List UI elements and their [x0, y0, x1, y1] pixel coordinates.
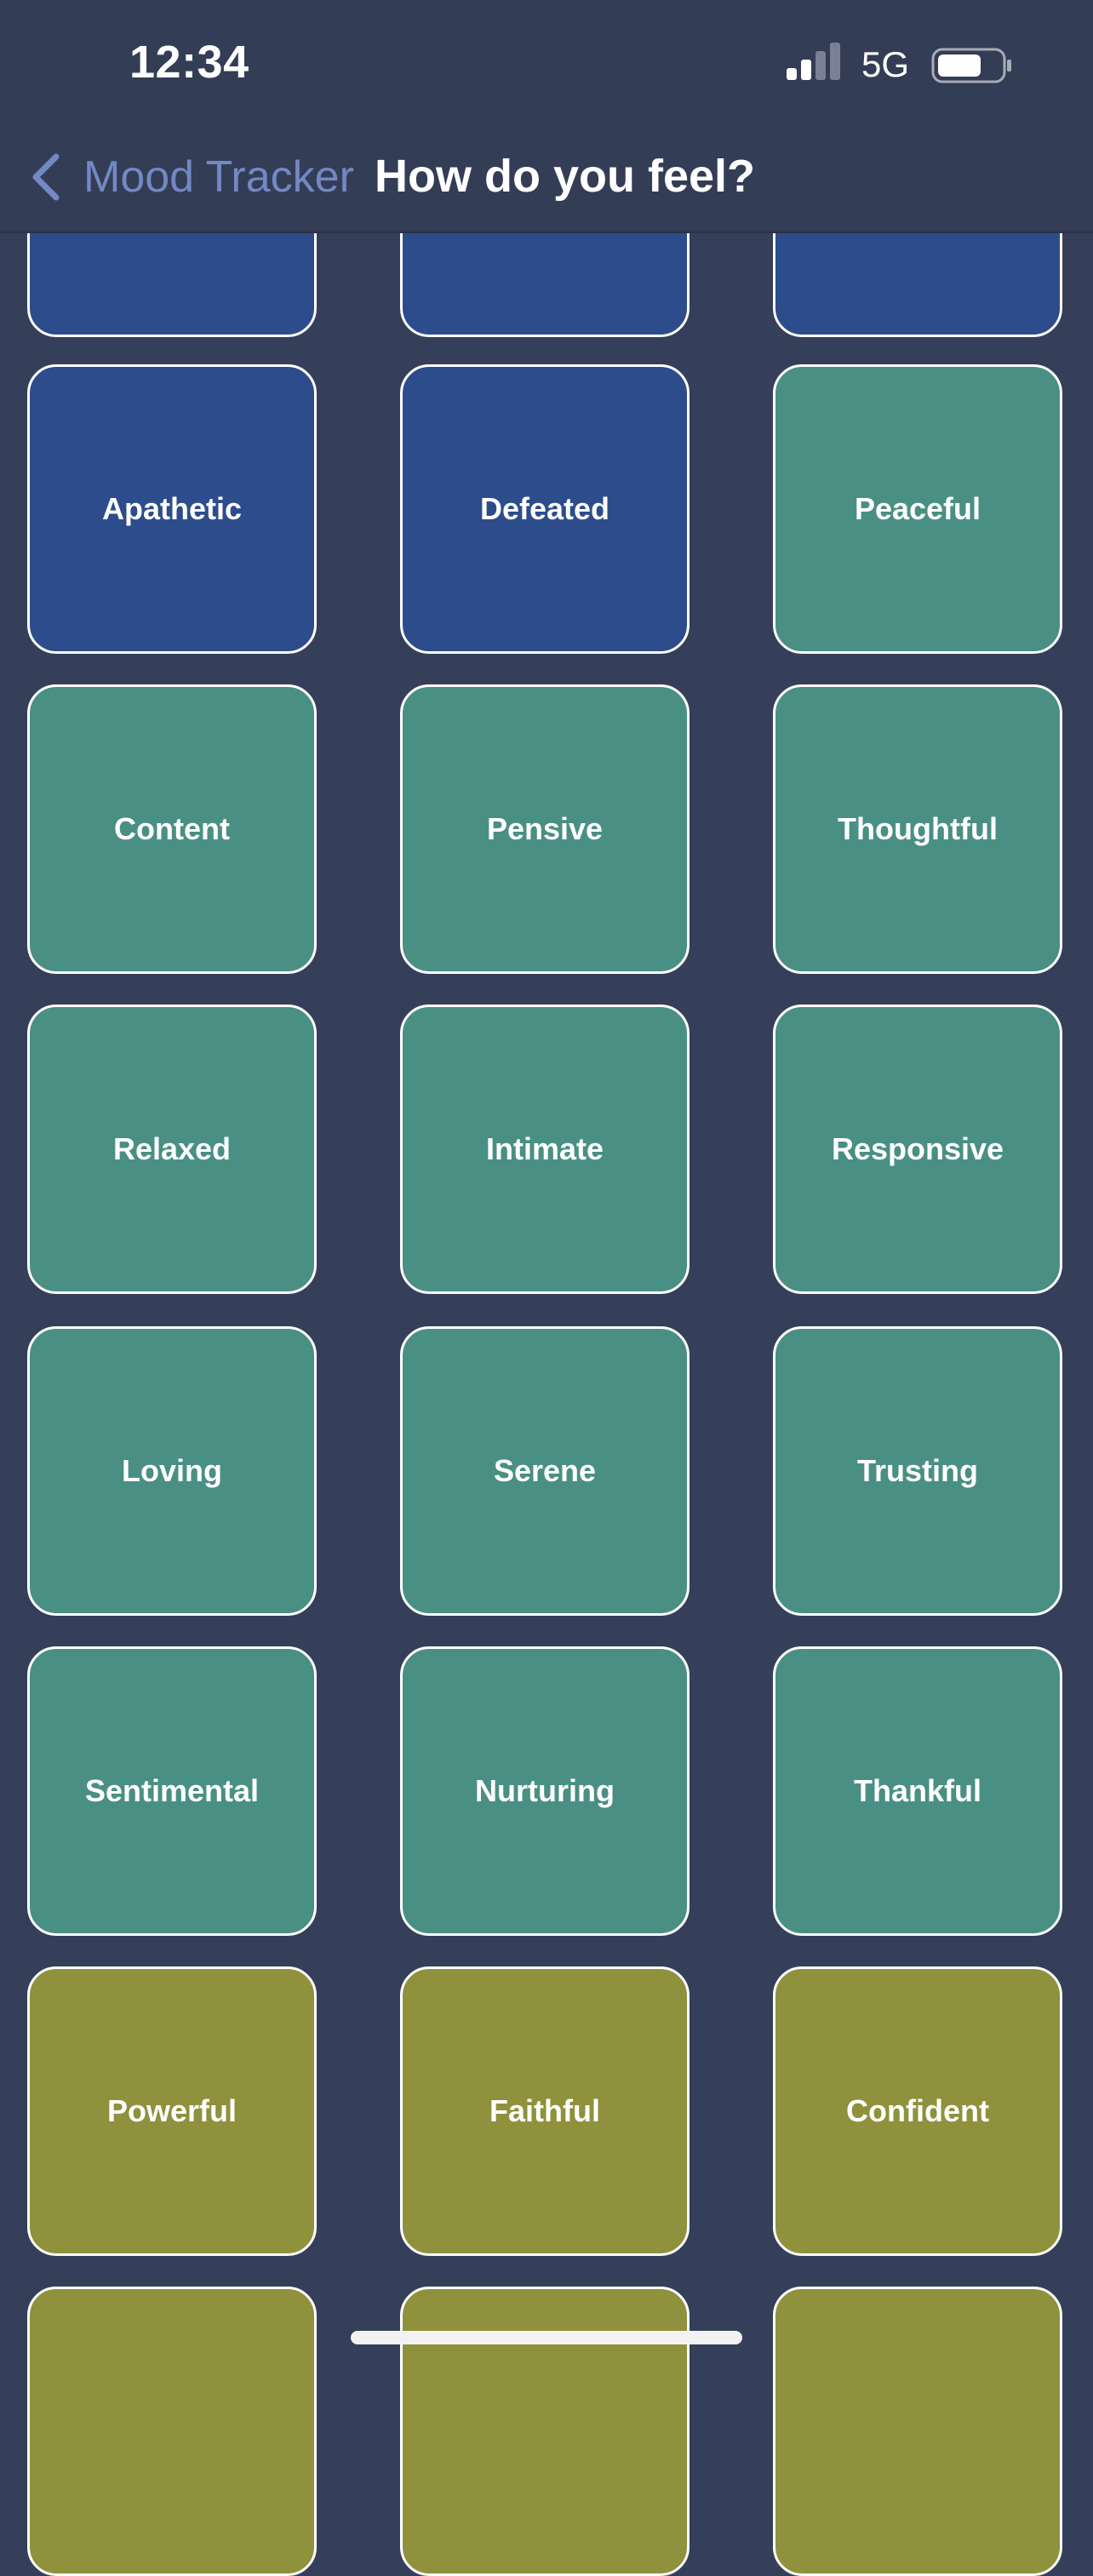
cellular-signal-icon — [787, 43, 840, 80]
mood-tile-trusting[interactable]: Trusting — [773, 1326, 1062, 1616]
mood-tile-thoughtful[interactable]: Thoughtful — [773, 684, 1062, 974]
mood-tile-apathetic[interactable]: Apathetic — [27, 364, 317, 654]
mood-tile-content[interactable]: Content — [27, 684, 317, 974]
navigation-bar: Mood Tracker How do you feel? — [0, 128, 1093, 233]
home-indicator[interactable] — [351, 2331, 742, 2344]
back-button-label: Mood Tracker — [83, 152, 354, 202]
mood-tile-nurturing[interactable]: Nurturing — [400, 1646, 690, 1936]
network-type: 5G — [861, 44, 910, 84]
mood-tile-thankful[interactable]: Thankful — [773, 1646, 1062, 1936]
chevron-left-icon — [32, 153, 60, 201]
mood-tile-powerful[interactable]: Powerful — [27, 1966, 317, 2256]
mood-tile[interactable] — [773, 2287, 1062, 2576]
mood-grid: Apathetic Defeated Peaceful Content Pens… — [0, 0, 1093, 2576]
mood-tile-faithful[interactable]: Faithful — [400, 1966, 690, 2256]
mood-tile-responsive[interactable]: Responsive — [773, 1005, 1062, 1294]
mood-tile-sentimental[interactable]: Sentimental — [27, 1646, 317, 1936]
back-button[interactable]: Mood Tracker — [29, 145, 354, 209]
mood-tile-peaceful[interactable]: Peaceful — [773, 364, 1062, 654]
mood-tile-relaxed[interactable]: Relaxed — [27, 1005, 317, 1294]
mood-tile[interactable] — [400, 2287, 690, 2576]
mood-tile-loving[interactable]: Loving — [27, 1326, 317, 1616]
status-bar: 12:34 5G — [0, 0, 1093, 128]
page-title: How do you feel? — [375, 151, 756, 202]
mood-tile-pensive[interactable]: Pensive — [400, 684, 690, 974]
mood-tile-confident[interactable]: Confident — [773, 1966, 1062, 2256]
battery-icon — [931, 48, 1011, 83]
mood-tile-defeated[interactable]: Defeated — [400, 364, 690, 654]
mood-tile[interactable] — [27, 2287, 317, 2576]
status-time: 12:34 — [129, 37, 249, 88]
mood-tile-serene[interactable]: Serene — [400, 1326, 690, 1616]
mood-tile-intimate[interactable]: Intimate — [400, 1005, 690, 1294]
